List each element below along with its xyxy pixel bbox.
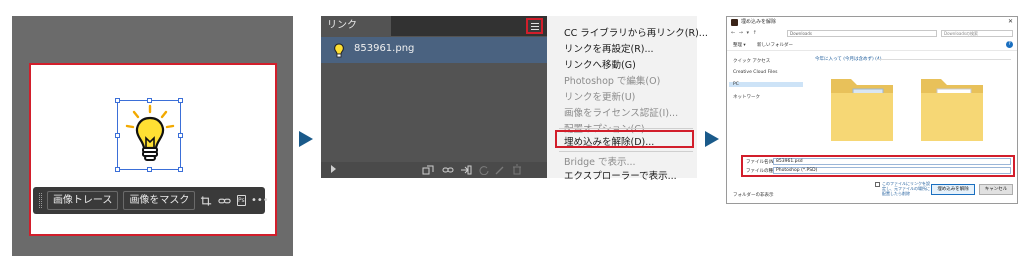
link-checkbox-label: このファイルにリンクを設定し、元ファイルの場所に配置したら削除 — [882, 181, 930, 196]
hide-folders-toggle[interactable]: フォルダーの非表示 — [733, 192, 774, 198]
file-type-select[interactable]: Photoshop (*.PSD) — [773, 167, 1011, 174]
app-icon — [731, 19, 738, 26]
crop-image-icon[interactable] — [200, 195, 213, 207]
ps-edit-icon[interactable]: Ps — [236, 195, 246, 206]
link-row[interactable]: 853961.png — [321, 37, 547, 63]
relink-library-icon[interactable] — [422, 165, 434, 175]
menu-item-reveal-bridge[interactable]: Bridge で表示... — [564, 154, 636, 168]
menu-item-license-image[interactable]: 画像をライセンス認証(I)... — [564, 105, 678, 119]
dialog-title: 埋め込みを解除 — [741, 19, 777, 25]
file-name-input[interactable]: 853961.psd — [773, 158, 1011, 165]
update-link-icon[interactable] — [478, 165, 490, 175]
step-arrow-icon — [705, 131, 719, 147]
command-bar: 整理 ▾ 新しいフォルダー ? — [727, 39, 1017, 51]
cancel-button[interactable]: キャンセル — [979, 184, 1013, 195]
links-panel-step: リンク 853961.png CC ライブラリから再リンク(R)... リンクを… — [321, 16, 708, 182]
drag-grip-icon[interactable] — [39, 193, 42, 208]
menu-item-go-to-link[interactable]: リンクへ移動(G) — [564, 57, 636, 71]
link-checkbox[interactable] — [875, 182, 880, 187]
menu-item-relink-cc[interactable]: CC ライブラリから再リンク(R)... — [564, 25, 708, 39]
panel-footer — [321, 162, 547, 178]
links-panel-flyout-menu: CC ライブラリから再リンク(R)... リンクを再設定(R)... リンクへ移… — [547, 16, 708, 182]
folder-icon[interactable] — [827, 69, 897, 145]
show-info-icon[interactable] — [331, 165, 336, 173]
folder-icon[interactable] — [917, 69, 987, 145]
menu-item-reveal-explorer[interactable]: エクスプローラーで表示... — [564, 168, 677, 182]
trash-icon[interactable] — [511, 164, 523, 175]
edit-original-icon[interactable] — [494, 165, 506, 175]
panel-menu-button[interactable] — [526, 18, 543, 34]
image-trace-button[interactable]: 画像トレース — [46, 191, 119, 210]
nav-arrows-icon[interactable]: ← → ▾ ↑ — [731, 30, 758, 36]
filename-fields-highlight: ファイル名(N): 853961.psd ファイルの種類(T): Photosh… — [741, 155, 1015, 177]
file-group-header: 今年に入って (今月は含めず) (4) — [815, 57, 882, 62]
contextual-task-bar: 画像トレース 画像をマスク Ps ••• — [33, 187, 269, 214]
tutorial-steps: 画像トレース 画像をマスク Ps ••• リンク 853961.png CC ラ… — [0, 0, 1024, 263]
link-file-name: 853961.png — [354, 43, 415, 54]
menu-item-edit-photoshop[interactable]: Photoshop で編集(O) — [564, 73, 660, 87]
close-icon[interactable]: ✕ — [1008, 18, 1013, 25]
unembed-save-button[interactable]: 埋め込みを解除 — [931, 184, 975, 195]
new-folder-button[interactable]: 新しいフォルダー — [757, 42, 793, 48]
lightbulb-thumbnail-icon — [334, 43, 344, 58]
menu-item-unembed[interactable]: 埋め込みを解除(D)... — [564, 134, 654, 148]
links-panel: リンク 853961.png — [321, 16, 547, 178]
nav-creative-cloud[interactable]: Creative Cloud Files — [733, 70, 777, 75]
address-bar[interactable]: Downloads — [787, 30, 937, 37]
address-row: ← → ▾ ↑ Downloads Downloadsの検索 — [727, 28, 1017, 39]
dialog-titlebar: 埋め込みを解除 ✕ — [727, 17, 1017, 28]
go-to-link-icon[interactable] — [460, 165, 472, 175]
relink-icon[interactable] — [442, 165, 454, 175]
dialog-footer: フォルダーの非表示 このファイルにリンクを設定し、元ファイルの場所に配置したら削… — [727, 180, 1017, 204]
menu-item-relink[interactable]: リンクを再設定(R)... — [564, 41, 654, 55]
unembed-save-dialog: 埋め込みを解除 ✕ ← → ▾ ↑ Downloads Downloadsの検索… — [726, 16, 1018, 204]
menu-item-update-link[interactable]: リンクを更新(U) — [564, 89, 635, 103]
help-icon[interactable]: ? — [1006, 41, 1013, 48]
organize-button[interactable]: 整理 ▾ — [733, 42, 746, 48]
nav-pc[interactable]: PC — [729, 82, 803, 87]
tab-links[interactable]: リンク — [321, 16, 391, 36]
search-input[interactable]: Downloadsの検索 — [941, 30, 1013, 37]
more-icon[interactable]: ••• — [251, 195, 269, 206]
nav-network[interactable]: ネットワーク — [733, 94, 760, 100]
navigation-pane: クイック アクセス Creative Cloud Files PC ネットワーク — [727, 52, 807, 152]
nav-quick-access[interactable]: クイック アクセス — [733, 58, 770, 64]
link-icon[interactable] — [218, 195, 232, 207]
illustrator-canvas: 画像トレース 画像をマスク Ps ••• — [12, 16, 293, 256]
step-arrow-icon — [299, 131, 313, 147]
mask-image-button[interactable]: 画像をマスク — [123, 191, 196, 210]
lightbulb-image — [125, 104, 175, 161]
